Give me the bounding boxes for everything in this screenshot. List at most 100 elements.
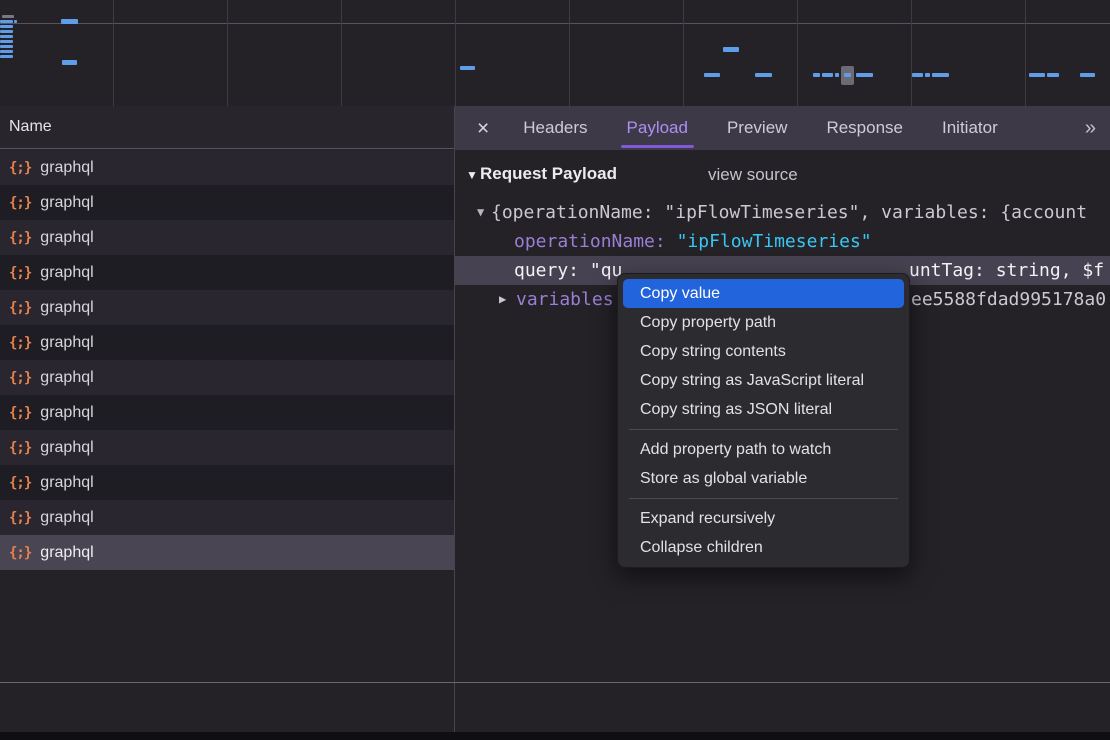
request-timing-bar — [0, 55, 13, 58]
overview-divider-line — [0, 23, 1110, 24]
menu-item-store-as-global-variable[interactable]: Store as global variable — [618, 464, 909, 493]
request-name: graphql — [40, 404, 93, 422]
json-icon: {;} — [9, 440, 31, 456]
overview-gridline — [683, 0, 684, 106]
query-fragment-right: untTag: string, $f — [909, 256, 1104, 285]
name-column-label: Name — [9, 118, 52, 136]
close-icon[interactable]: × — [477, 118, 489, 139]
json-icon: {;} — [9, 335, 31, 351]
request-timing-bar — [925, 73, 930, 77]
request-timing-bar — [1047, 73, 1059, 77]
tab-response[interactable]: Response — [826, 106, 903, 150]
expand-triangle-icon[interactable]: ▼ — [477, 198, 484, 227]
request-timing-bar — [912, 73, 923, 77]
window-bottom-edge — [0, 732, 1110, 740]
request-timing-bar — [0, 20, 13, 23]
variables-preview-fragment: ee5588fdad995178a0 — [911, 285, 1106, 314]
devtools-network-panel: Name {;} graphql {;} graphql {;} graphql {;} gr… — [0, 0, 1110, 740]
request-row[interactable]: {;} graphql — [0, 325, 454, 360]
context-menu: Copy valueCopy property pathCopy string … — [617, 273, 910, 568]
request-timing-bar — [856, 73, 873, 77]
menu-item-copy-property-path[interactable]: Copy property path — [618, 308, 909, 337]
request-row[interactable]: {;} graphql — [0, 395, 454, 430]
property-value: "ipFlowTimeseries" — [677, 231, 872, 252]
json-icon: {;} — [9, 160, 31, 176]
request-row[interactable]: {;}graphql — [0, 500, 454, 535]
json-icon: {;} — [9, 405, 31, 421]
key-value-space — [666, 231, 677, 252]
request-row[interactable]: {;} graphql — [0, 535, 454, 570]
overview-gridline — [113, 0, 114, 106]
menu-item-copy-value[interactable]: Copy value — [623, 279, 904, 308]
request-timing-bar — [0, 45, 13, 48]
name-column-header[interactable]: Name — [0, 106, 454, 149]
json-icon: {;} — [9, 195, 31, 211]
request-timing-bar — [0, 40, 13, 43]
section-expand-triangle-icon[interactable]: ▼ — [466, 168, 478, 182]
request-timing-bar — [835, 73, 839, 77]
request-timing-bar — [704, 73, 720, 77]
menu-item-copy-string-as-javascript-literal[interactable]: Copy string as JavaScript literal — [618, 366, 909, 395]
network-overview-timeline[interactable] — [0, 0, 1110, 107]
json-icon: {;} — [9, 370, 31, 386]
request-timing-bar — [723, 47, 739, 52]
overview-gridline — [227, 0, 228, 106]
request-timing-bar — [822, 73, 833, 77]
view-source-link[interactable]: view source — [708, 165, 798, 185]
overview-gridline — [911, 0, 912, 106]
json-icon: {;} — [9, 510, 31, 526]
request-row[interactable]: {;}graphql — [0, 430, 454, 465]
request-name: graphql — [40, 544, 93, 562]
request-row[interactable]: {;} graphql — [0, 150, 454, 185]
request-name: graphql — [40, 229, 93, 247]
section-title: Request Payload — [480, 164, 617, 184]
tab-initiator[interactable]: Initiator — [942, 106, 998, 150]
request-row[interactable]: {;}graphql — [0, 185, 454, 220]
request-timing-bar — [755, 73, 772, 77]
request-row[interactable]: {;} graphql — [0, 255, 454, 290]
request-timing-bar — [61, 19, 78, 24]
request-timing-bar — [460, 66, 475, 70]
query-fragment-left: query: "qu — [514, 260, 622, 281]
overview-gridline — [1025, 0, 1026, 106]
request-timing-bar — [14, 20, 17, 23]
operation-name-row[interactable]: operationName: "ipFlowTimeseries" — [455, 227, 1110, 256]
tab-preview[interactable]: Preview — [727, 106, 787, 150]
request-timing-bar — [1029, 73, 1045, 77]
menu-item-copy-string-contents[interactable]: Copy string contents — [618, 337, 909, 366]
menu-item-expand-recursively[interactable]: Expand recursively — [618, 504, 909, 533]
request-timing-bar — [844, 73, 851, 77]
json-icon: {;} — [9, 545, 31, 561]
request-name: graphql — [40, 474, 93, 492]
more-tabs-icon[interactable]: » — [1085, 117, 1094, 140]
json-icon: {;} — [9, 475, 31, 491]
menu-separator — [629, 498, 898, 499]
request-timing-bar — [0, 50, 13, 53]
menu-item-copy-string-as-json-literal[interactable]: Copy string as JSON literal — [618, 395, 909, 424]
payload-root-row[interactable]: ▼ {operationName: "ipFlowTimeseries", va… — [455, 198, 1110, 227]
menu-item-collapse-children[interactable]: Collapse children — [618, 533, 909, 562]
requests-table: Name {;} graphql {;} graphql {;} graphql {;} gr… — [0, 106, 454, 682]
request-row[interactable]: {;}graphql — [0, 360, 454, 395]
request-name: graphql — [40, 159, 93, 177]
request-row[interactable]: {;}graphql — [0, 220, 454, 255]
collapse-triangle-icon[interactable]: ▶ — [499, 285, 506, 314]
request-timing-bar — [932, 73, 949, 77]
request-name: graphql — [40, 334, 93, 352]
menu-separator — [629, 429, 898, 430]
request-timing-bar — [813, 73, 820, 77]
status-bar-divider — [0, 682, 1110, 683]
json-icon: {;} — [9, 265, 31, 281]
overview-gridline — [341, 0, 342, 106]
request-row[interactable]: {;} graphql — [0, 465, 454, 500]
overview-gridline — [455, 0, 456, 106]
request-name: graphql — [40, 264, 93, 282]
overview-gridline — [797, 0, 798, 106]
request-row[interactable]: {;}graphql — [0, 290, 454, 325]
details-tabs: Headers Payload Preview Response Initiator — [523, 106, 997, 150]
tab-headers[interactable]: Headers — [523, 106, 587, 150]
menu-item-add-property-path-to-watch[interactable]: Add property path to watch — [618, 435, 909, 464]
request-name: graphql — [40, 299, 93, 317]
request-timing-bar — [0, 25, 13, 28]
tab-payload[interactable]: Payload — [627, 106, 688, 150]
